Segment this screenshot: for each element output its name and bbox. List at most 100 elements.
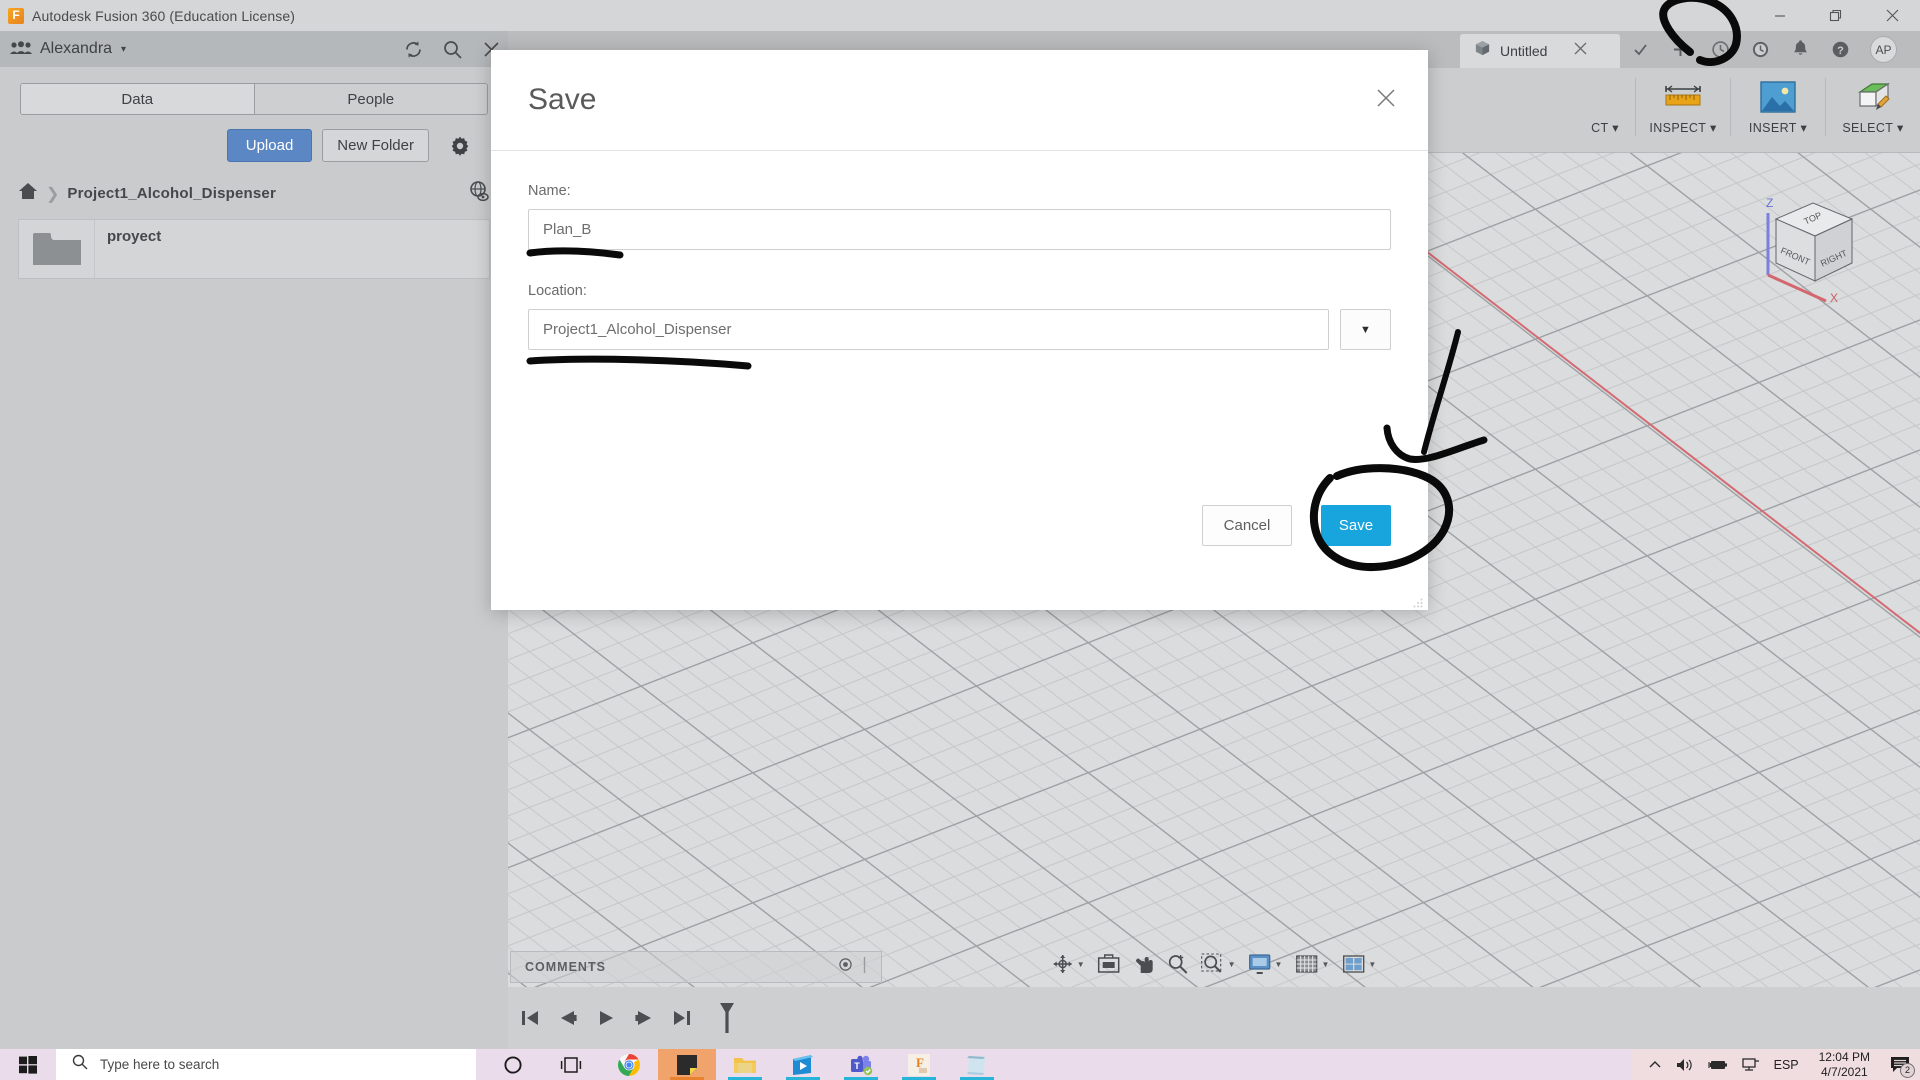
name-label: Name: [528, 183, 1391, 199]
job-status-icon[interactable] [1704, 35, 1736, 65]
taskbar-search-box[interactable]: Type here to search [56, 1049, 476, 1080]
step-back-icon[interactable] [558, 1009, 578, 1027]
help-icon[interactable]: ? [1824, 35, 1856, 65]
home-icon[interactable] [18, 182, 38, 205]
language-indicator[interactable]: ESP [1774, 1058, 1799, 1072]
data-panel-tabs: Data People [20, 83, 488, 115]
refresh-icon[interactable] [403, 39, 424, 60]
close-icon[interactable] [1574, 42, 1587, 60]
data-panel-header-actions [403, 31, 502, 67]
gear-icon[interactable] [449, 135, 470, 156]
cancel-button[interactable]: Cancel [1202, 505, 1292, 546]
timeline-bar [508, 987, 1920, 1049]
breadcrumb-separator: ❯ [46, 184, 59, 204]
document-tab-actions: ? AP [1624, 31, 1897, 68]
list-item[interactable]: proyect [18, 219, 490, 279]
comments-collapse-icon[interactable] [839, 958, 852, 976]
network-icon[interactable] [1742, 1057, 1760, 1073]
taskbar-notepad-app-icon[interactable] [948, 1049, 1006, 1080]
look-at-icon[interactable] [1093, 954, 1125, 974]
ribbon-group-inspect[interactable]: INSPECT ▾ [1636, 68, 1730, 135]
battery-icon[interactable] [1708, 1058, 1728, 1072]
taskbar-google-chrome-icon[interactable] [600, 1049, 658, 1080]
pan-icon[interactable] [1129, 953, 1159, 975]
step-forward-icon[interactable] [634, 1009, 654, 1027]
new-folder-button[interactable]: New Folder [322, 129, 429, 162]
tab-data[interactable]: Data [21, 84, 254, 114]
location-field-group: Location: ▼ [528, 283, 1391, 350]
action-center-icon[interactable]: 2 [1890, 1056, 1910, 1074]
zoom-window-icon[interactable]: ▼ [1197, 953, 1240, 975]
ribbon-group-insert[interactable]: INSERT ▾ [1731, 68, 1825, 135]
view-navigation-bar: ▼ [1048, 947, 1381, 981]
volume-icon[interactable] [1676, 1057, 1694, 1073]
location-row: ▼ [528, 309, 1391, 350]
view-cube[interactable]: Z X TOP FRONT RIGHT [1748, 183, 1878, 303]
window-controls [1752, 0, 1920, 31]
taskbar-sticky-notes-icon[interactable] [658, 1049, 716, 1080]
notification-count-badge: 2 [1900, 1063, 1915, 1078]
taskbar-task-view-icon[interactable] [542, 1049, 600, 1080]
cube-icon [1474, 40, 1491, 62]
taskbar-fusion360-icon[interactable]: F [890, 1049, 948, 1080]
document-tab-untitled[interactable]: Untitled [1460, 34, 1620, 68]
zoom-icon[interactable] [1163, 953, 1193, 975]
tab-people[interactable]: People [254, 84, 488, 114]
grid-snaps-icon[interactable]: ▼ [1290, 953, 1333, 975]
name-input[interactable] [528, 209, 1391, 250]
chevron-down-icon[interactable]: ▾ [121, 44, 126, 55]
location-input[interactable] [528, 309, 1329, 350]
user-name[interactable]: Alexandra [40, 40, 112, 58]
viewports-icon[interactable]: ▼ [1337, 953, 1380, 975]
comments-bar[interactable]: COMMENTS [510, 951, 882, 983]
viewcube-z-label: Z [1766, 196, 1773, 210]
dialog-resize-handle[interactable] [1413, 595, 1423, 605]
ribbon-label: INSERT ▾ [1749, 120, 1807, 135]
dialog-title: Save [528, 83, 596, 117]
minimize-button[interactable] [1752, 0, 1808, 31]
close-button[interactable] [1864, 0, 1920, 31]
clock-time: 12:04 PM [1819, 1050, 1870, 1064]
timeline-marker-icon[interactable] [716, 1001, 738, 1035]
orbit-icon[interactable]: ▼ [1048, 953, 1089, 975]
location-dropdown-button[interactable]: ▼ [1340, 309, 1391, 350]
upload-button[interactable]: Upload [227, 129, 313, 162]
bell-icon[interactable] [1784, 35, 1816, 65]
search-icon [72, 1054, 88, 1075]
ribbon-label: CT ▾ [1591, 120, 1619, 135]
show-hidden-icons-icon[interactable] [1648, 1058, 1662, 1072]
data-panel-header: Alexandra ▾ [0, 31, 508, 67]
ribbon-group-construct[interactable]: CT ▾ [1575, 68, 1635, 135]
search-icon[interactable] [442, 39, 463, 60]
taskbar-movies-tv-icon[interactable] [774, 1049, 832, 1080]
chevron-down-icon[interactable]: ▼ [1321, 960, 1329, 969]
taskbar-file-explorer-icon[interactable] [716, 1049, 774, 1080]
comments-resize-handle[interactable] [862, 957, 867, 978]
check-icon[interactable] [1624, 35, 1656, 65]
data-panel: Alexandra ▾ [0, 31, 508, 1049]
windows-start-icon[interactable] [0, 1049, 56, 1080]
play-icon[interactable] [596, 1009, 616, 1027]
plus-icon[interactable] [1664, 35, 1696, 65]
data-panel-actions: Upload New Folder [0, 129, 470, 162]
breadcrumb-project[interactable]: Project1_Alcohol_Dispenser [67, 185, 276, 202]
taskbar-cortana-icon[interactable] [484, 1049, 542, 1080]
skip-to-start-icon[interactable] [520, 1009, 540, 1027]
ribbon-group-select[interactable]: SELECT ▾ [1826, 68, 1920, 135]
save-button[interactable]: Save [1321, 505, 1391, 546]
clock-icon[interactable] [1744, 35, 1776, 65]
chevron-down-icon[interactable]: ▼ [1228, 960, 1236, 969]
chevron-down-icon[interactable]: ▼ [1368, 960, 1376, 969]
chevron-down-icon: ▼ [1360, 324, 1371, 336]
skip-to-end-icon[interactable] [672, 1009, 692, 1027]
avatar[interactable]: AP [1870, 36, 1897, 63]
close-icon[interactable] [1366, 78, 1406, 118]
chevron-down-icon[interactable]: ▼ [1077, 960, 1085, 969]
taskbar-microsoft-teams-icon[interactable]: T [832, 1049, 890, 1080]
display-settings-icon[interactable]: ▼ [1244, 953, 1287, 975]
chevron-down-icon[interactable]: ▼ [1275, 960, 1283, 969]
taskbar-clock[interactable]: 12:04 PM 4/7/2021 [1819, 1050, 1870, 1080]
save-dialog: Save Name: Location: ▼ Cancel [491, 50, 1428, 610]
globe-eye-icon[interactable] [468, 180, 490, 207]
maximize-button[interactable] [1808, 0, 1864, 31]
